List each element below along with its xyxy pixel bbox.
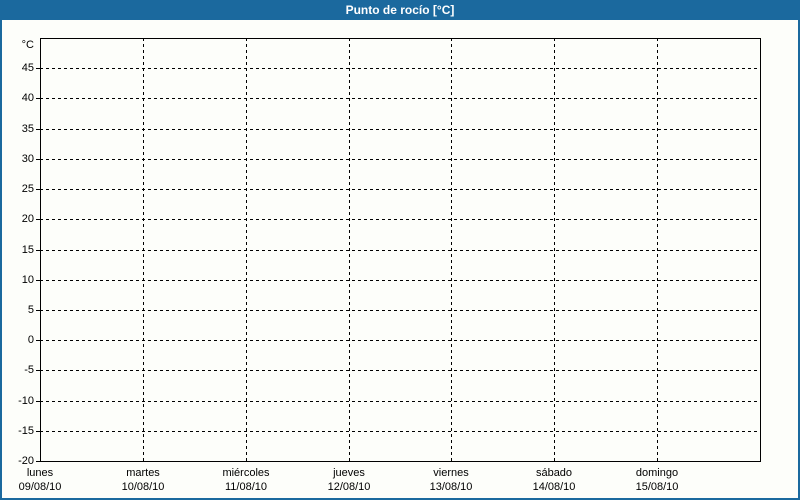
x-axis-day-label: martes 10/08/10 <box>91 466 195 494</box>
y-axis-label: 0 <box>27 334 34 346</box>
x-axis-date: 10/08/10 <box>121 481 165 493</box>
x-axis-day-name: domingo <box>635 467 679 479</box>
x-axis-date: 12/08/10 <box>327 481 371 493</box>
app-window: { "window": { "title": "Punto de rocío [… <box>0 0 800 500</box>
y-axis-label: 40 <box>21 92 34 104</box>
x-axis-day-label: viernes 13/08/10 <box>399 466 503 494</box>
y-axis-label: 25 <box>21 183 34 195</box>
x-axis-day-label: lunes 09/08/10 <box>0 466 92 494</box>
x-axis-day-name: viernes <box>433 467 469 479</box>
x-axis-day-name: martes <box>126 467 160 479</box>
y-axis-label: -15 <box>18 425 34 437</box>
y-axis-label: 30 <box>21 153 34 165</box>
x-axis-day-label: domingo 15/08/10 <box>605 466 709 494</box>
y-axis-label: -5 <box>24 364 34 376</box>
x-axis-day-name: lunes <box>26 467 54 479</box>
y-axis-label: 15 <box>21 244 34 256</box>
x-axis-date: 14/08/10 <box>532 481 576 493</box>
y-axis-label: 10 <box>21 274 34 286</box>
chart-area: 45 40 35 30 25 20 15 10 5 0 -5 -10 -15 -20 °C lunes 09/0… <box>0 0 800 500</box>
y-axis-label: 35 <box>21 123 34 135</box>
y-axis-label: 45 <box>21 62 34 74</box>
plot-area-border <box>40 38 761 462</box>
x-axis-date: 09/08/10 <box>18 481 62 493</box>
x-axis-day-name: sábado <box>535 467 573 479</box>
x-axis-day-label: miércoles 11/08/10 <box>194 466 298 494</box>
y-axis-label: -10 <box>18 395 34 407</box>
x-axis-day-label: jueves 12/08/10 <box>297 466 401 494</box>
x-axis-day-name: miércoles <box>222 467 270 479</box>
y-axis-label: 20 <box>21 213 34 225</box>
x-axis-date: 13/08/10 <box>429 481 473 493</box>
x-axis-date: 11/08/10 <box>224 481 267 493</box>
x-axis-day-name: jueves <box>333 467 365 479</box>
x-axis-day-label: sábado 14/08/10 <box>502 466 606 494</box>
y-axis-label: 5 <box>27 304 34 316</box>
x-axis-date: 15/08/10 <box>635 481 679 493</box>
y-axis-unit-label: °C <box>21 39 34 51</box>
